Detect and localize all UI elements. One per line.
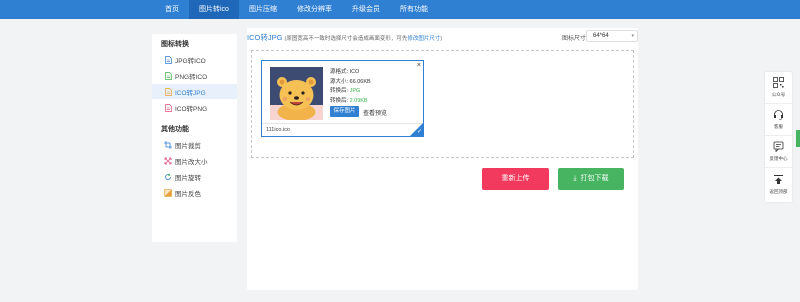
file-icon [164,87,172,96]
back-to-top-icon [773,174,784,187]
sidebar-item-label: 图片裁剪 [175,142,201,150]
sidebar-item-crop[interactable]: 图片裁剪 [152,137,237,152]
sidebar-item-invert[interactable]: 图片反色 [152,185,237,200]
converted-size: 转换后: 2.09KB [330,97,371,107]
sidebar-item-label: JPG转ICO [175,57,206,65]
converted-size-label: 转换后: [330,97,350,104]
main-panel: ICO转JPG (原图宽高不一致时选择尺寸会造成画面变形，可先修改图片尺寸) 图… [247,28,638,290]
sidebar-item-label: ICO转PNG [175,105,208,113]
sidebar-item-jpg-to-ico[interactable]: JPG转ICO [152,52,237,67]
top-nav: 首页 图片转ico 图片压缩 修改分辨率 升级会员 所有功能 [0,0,800,19]
qrcode-icon [773,77,784,90]
converted-format-label: 转换后: [330,88,350,94]
file-icon [164,103,172,112]
file-icon [164,71,172,80]
download-icon: ⤓ [573,175,577,182]
reupload-button[interactable]: 重新上传 [482,168,549,190]
subtitle-text: (原图宽高不一致时选择尺寸会造成画面变形，可先 [284,36,408,42]
back-to-top-button[interactable]: 返回顶部 [765,168,792,200]
headset-icon [773,109,784,122]
page-subtitle: (原图宽高不一致时选择尺寸会造成画面变形，可先修改图片尺寸) [285,36,443,42]
rotate-icon [164,173,172,181]
toolbar-label: 反馈中心 [769,156,788,161]
sidebar-item-label: 图片改大小 [175,158,208,166]
sidebar-item-ico-to-png[interactable]: ICO转PNG [152,100,237,115]
nav-upgrade-member[interactable]: 升级会员 [342,0,390,19]
nav-home[interactable]: 首页 [155,0,189,19]
thumbnail-image [270,67,323,121]
source-format: 源格式: ICO [330,69,360,75]
close-icon[interactable]: × [417,61,421,70]
sidebar-section-title: 其他功能 [161,126,189,133]
subtitle-suffix: ) [440,36,443,42]
sidebar-item-label: ICO转JPG [175,89,206,97]
converted-size-value: 2.09KB [349,97,368,104]
size-select-value: 64*64 [593,33,609,39]
feedback-center-button[interactable]: 反馈中心 [765,136,792,168]
resize-image-link[interactable]: 修改图片尺寸 [407,36,440,42]
page-title-text: ICO转JPG [247,33,283,42]
nav-image-to-ico[interactable]: 图片转ico [189,0,239,19]
card-divider [262,123,423,124]
sidebar-item-resize[interactable]: 图片改大小 [152,153,237,168]
size-label: 图标尺寸 [562,36,587,42]
toolbar-label: 客服 [774,124,783,129]
file-name: 111ico.ico [266,127,290,133]
side-tab[interactable] [796,130,800,147]
toolbar-label: 公众号 [771,92,786,97]
toolbar-label: 返回顶部 [769,188,788,194]
customer-service-button[interactable]: 客服 [765,104,792,136]
download-all-button[interactable]: ⤓ 打包下载 [558,168,624,190]
right-toolbar: 公众号 客服 反馈中心 返回顶部 [765,72,792,202]
sidebar-item-rotate[interactable]: 图片旋转 [152,169,237,184]
converted-format: 转换后: JPG [330,87,371,97]
file-info: 源格式: ICO 源大小: 66.06KB 转换后: JPG 转换后: 2.09… [330,68,371,106]
upload-dropzone[interactable]: 源格式: ICO 源大小: 66.06KB 转换后: JPG 转换后: 2.09… [251,50,634,158]
sidebar-item-ico-to-jpg[interactable]: ICO转JPG [152,84,237,99]
resize-icon [164,157,172,165]
sidebar-item-label: PNG转ICO [175,73,208,81]
wechat-official-account-button[interactable]: 公众号 [765,72,792,104]
page-title: ICO转JPG (原图宽高不一致时选择尺寸会造成画面变形，可先修改图片尺寸) [247,32,442,43]
sidebar-item-label: 图片旋转 [175,174,201,182]
nav-change-resolution[interactable]: 修改分辨率 [287,0,342,19]
check-icon: ✓ [416,129,422,135]
save-image-button[interactable]: 保存图片 [330,106,359,117]
file-icon [164,55,172,64]
download-label: 打包下载 [580,175,609,182]
size-select[interactable]: 64*64 ▾ [586,30,638,42]
source-size: 源大小: 66.06KB [330,78,371,85]
sidebar-item-label: 图片反色 [175,190,201,198]
sidebar: 图标转换 JPG转ICO PNG转ICO ICO转JPG ICO转PNG 其他功… [152,34,237,242]
crop-icon [164,140,172,149]
nav-all-features[interactable]: 所有功能 [390,0,438,19]
invert-icon [164,188,172,197]
sidebar-section-title: 图标转换 [161,41,189,48]
chevron-down-icon: ▾ [631,33,634,39]
nav-image-compress[interactable]: 图片压缩 [239,0,287,19]
view-preview-link[interactable]: 查看预览 [363,108,387,117]
feedback-icon [773,141,784,154]
file-card: 源格式: ICO 源大小: 66.06KB 转换后: JPG 转换后: 2.09… [261,60,424,137]
converted-format-value: JPG [349,88,361,94]
sidebar-item-png-to-ico[interactable]: PNG转ICO [152,68,237,83]
